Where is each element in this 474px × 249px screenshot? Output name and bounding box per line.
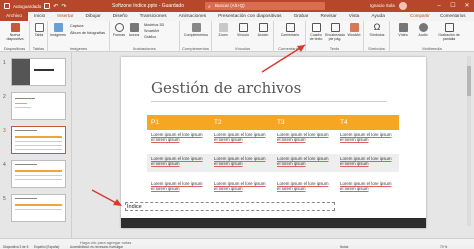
- notes-toggle[interactable]: Notas: [340, 245, 348, 249]
- notes-pane[interactable]: Haga clic para agregar notas: [0, 238, 474, 245]
- annotation-arrows: [91, 44, 306, 206]
- arrow-to-textbox: [261, 44, 306, 73]
- zoom-level[interactable]: 70 %: [440, 245, 447, 249]
- accessibility-status[interactable]: Accesibilidad: es necesario investigar: [70, 245, 123, 249]
- arrow-to-indice: [91, 189, 119, 205]
- status-bar: Diapositiva 3 de 5 Español (España) Acce…: [0, 245, 474, 249]
- slide-counter: Diapositiva 3 de 5: [3, 245, 29, 249]
- language-status[interactable]: Español (España): [34, 245, 59, 249]
